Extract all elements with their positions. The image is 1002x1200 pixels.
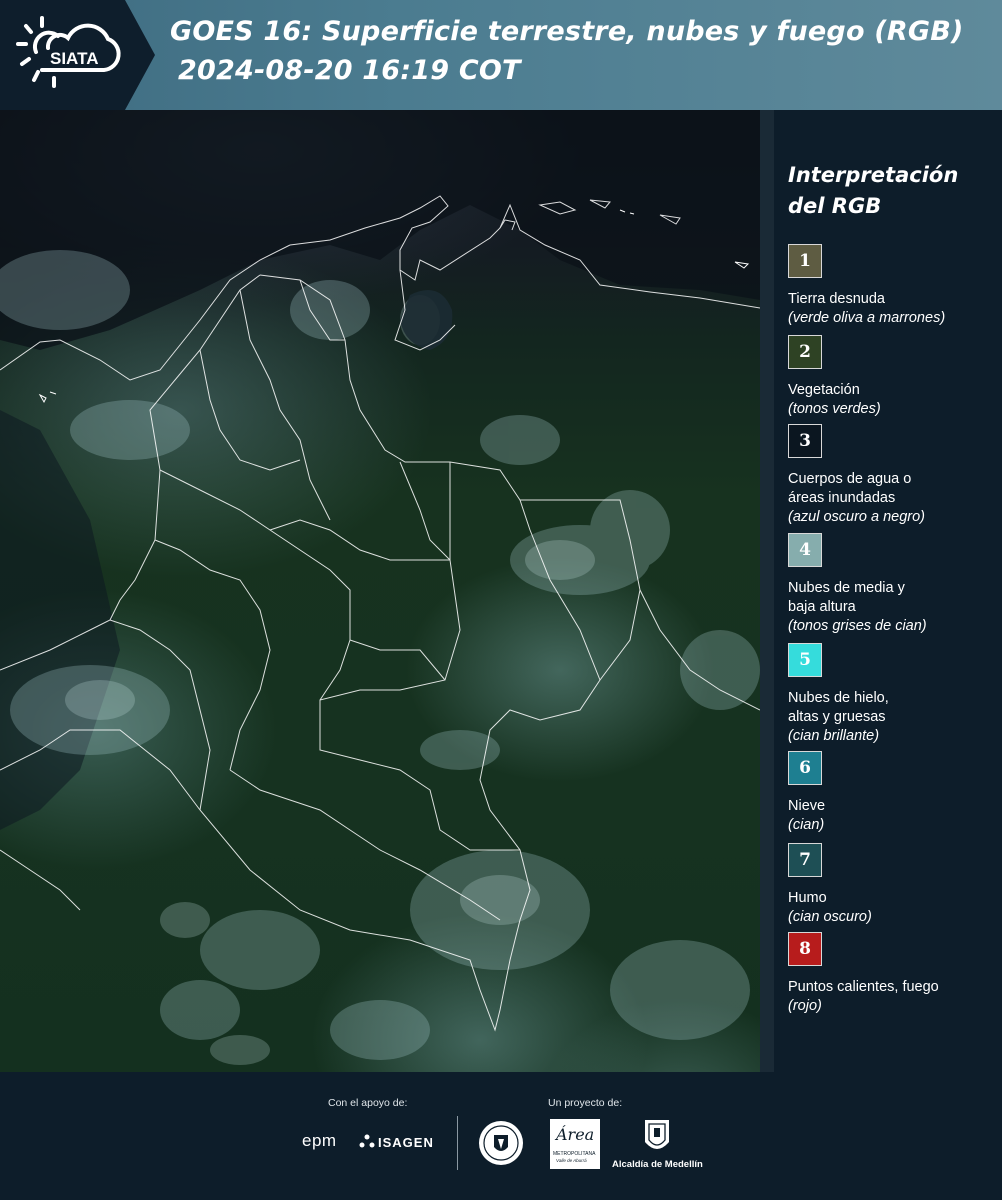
legend-title: Interpretación del RGB xyxy=(788,160,988,222)
header-bar: SIATA GOES 16: Superficie terrestre, nub… xyxy=(0,0,1002,110)
area-logo-sub2: Valle de Aburrá xyxy=(556,1158,587,1163)
legend-item-bare-soil: 1 Tierra desnuda (verde oliva a marrones… xyxy=(788,244,998,328)
legend-swatch: 8 xyxy=(788,932,822,966)
university-seal-icon xyxy=(479,1121,523,1165)
legend-item-vegetation: 2 Vegetación (tonos verdes) xyxy=(788,335,998,419)
legend-item-water: 3 Cuerpos de agua o áreas inundadas (azu… xyxy=(788,424,998,527)
timestamp: 2024-08-20 16:19 COT xyxy=(178,55,521,86)
legend-label: Humo xyxy=(788,890,827,906)
legend-swatch: 2 xyxy=(788,335,822,369)
isagen-logo: ISAGEN xyxy=(378,1135,434,1150)
legend-label-line: Cuerpos de agua o xyxy=(788,471,912,487)
legend-label-line: altas y gruesas xyxy=(788,709,886,725)
area-logo-word: Área xyxy=(556,1125,595,1144)
legend-sub: (rojo) xyxy=(788,998,822,1014)
legend-item-snow: 6 Nieve (cian) xyxy=(788,751,998,835)
legend-sub: (tonos grises de cian) xyxy=(788,618,927,634)
legend-sub: (tonos verdes) xyxy=(788,401,881,417)
legend-swatch: 3 xyxy=(788,424,822,458)
map-edge-strip xyxy=(760,110,774,1072)
legend-sub: (azul oscuro a negro) xyxy=(788,509,926,525)
legend-label: Puntos calientes, fuego xyxy=(788,979,939,995)
legend-label: Vegetación xyxy=(788,382,860,398)
legend-item-ice-clouds: 5 Nubes de hielo, altas y gruesas (cian … xyxy=(788,643,998,746)
legend-title-line1: Interpretación xyxy=(788,163,959,187)
legend-item-smoke: 7 Humo (cian oscuro) xyxy=(788,843,998,927)
medellin-coat-of-arms-icon xyxy=(645,1120,669,1149)
legend-label: Tierra desnuda xyxy=(788,291,885,307)
legend-label: Nieve xyxy=(788,798,826,814)
project-caption: Un proyecto de: xyxy=(548,1097,623,1109)
cloud-and-border-overlay xyxy=(0,110,760,1065)
epm-logo: epm xyxy=(302,1131,337,1150)
legend-swatch: 1 xyxy=(788,244,822,278)
legend-swatch: 7 xyxy=(788,843,822,877)
legend-label-line: Nubes de media y xyxy=(788,580,905,596)
alcaldia-logo-text: Alcaldía de Medellín xyxy=(612,1159,703,1170)
legend-swatch: 4 xyxy=(788,533,822,567)
area-metropolitana-logo: Área METROPOLITANA Valle de Aburrá xyxy=(550,1119,600,1169)
page-title: GOES 16: Superficie terrestre, nubes y f… xyxy=(170,16,964,47)
logo-text: SIATA xyxy=(50,49,98,68)
legend-label-line: baja altura xyxy=(788,599,856,615)
legend-title-line2: del RGB xyxy=(788,194,882,218)
legend-swatch: 5 xyxy=(788,643,822,677)
siata-logo: SIATA xyxy=(0,0,155,110)
siata-sun-cloud-icon: SIATA xyxy=(16,16,121,88)
area-logo-sub1: METROPOLITANA xyxy=(553,1151,596,1157)
isagen-icon xyxy=(359,1134,375,1148)
legend-item-mid-low-clouds: 4 Nubes de media y baja altura (tonos gr… xyxy=(788,533,998,636)
legend-label: Nubes de hielo, altas y gruesas xyxy=(788,689,998,727)
legend-label: Nubes de media y baja altura xyxy=(788,579,998,617)
legend-label: Cuerpos de agua o áreas inundadas xyxy=(788,470,998,508)
legend-swatch: 6 xyxy=(788,751,822,785)
legend-item-fire: 8 Puntos calientes, fuego (rojo) xyxy=(788,932,998,1016)
legend-sub: (cian oscuro) xyxy=(788,909,872,925)
footer-divider xyxy=(457,1116,458,1170)
legend-sub: (cian) xyxy=(788,817,825,833)
legend-sub: (cian brillante) xyxy=(788,728,880,744)
legend-sub: (verde oliva a marrones) xyxy=(788,310,946,326)
legend-label-line: Nubes de hielo, xyxy=(788,690,889,706)
legend-label-line: áreas inundadas xyxy=(788,490,896,506)
support-caption: Con el apoyo de: xyxy=(328,1097,408,1109)
satellite-image xyxy=(0,110,760,1072)
